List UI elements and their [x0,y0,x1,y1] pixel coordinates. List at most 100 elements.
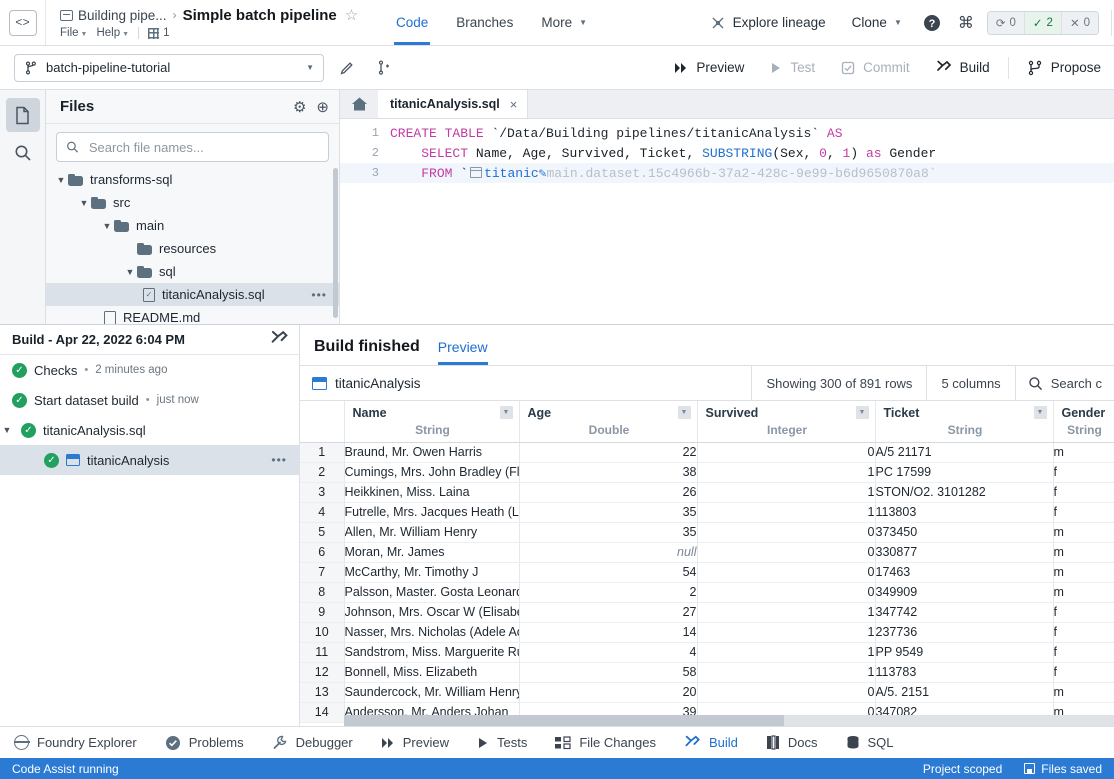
build-step-checks[interactable]: ✓ Checks • 2 minutes ago [0,355,299,385]
cell-ticket[interactable]: STON/O2. 3101282 [875,482,1054,503]
cell-age[interactable]: 4 [519,642,698,663]
cell-gender[interactable]: f [1053,662,1114,683]
cell-age[interactable]: 35 [519,502,698,523]
search-input[interactable] [86,138,319,156]
cell-ticket[interactable]: 347742 [875,602,1054,623]
build-button[interactable]: Build [923,46,1003,90]
cell-ticket[interactable]: PC 17599 [875,462,1054,483]
cell-ticket[interactable]: 113783 [875,662,1054,683]
cell-ticket[interactable]: A/5 21171 [875,442,1054,463]
search-rail-icon[interactable] [6,136,40,170]
tree-item-src[interactable]: ▼ src [46,191,339,214]
cell-survived[interactable]: 0 [697,682,876,703]
cell-survived[interactable]: 1 [697,642,876,663]
tree-item-titanicanalysis-sql[interactable]: titanicAnalysis.sql ••• [46,283,339,306]
chevron-down-icon[interactable]: ▼ [77,198,91,208]
propose-button[interactable]: Propose [1014,46,1114,90]
cell-survived[interactable]: 0 [697,442,876,463]
cell-survived[interactable]: 1 [697,602,876,623]
cell-age[interactable]: 38 [519,462,698,483]
tree-item-sql[interactable]: ▼ sql [46,260,339,283]
table-row[interactable]: 11 Sandstrom, Miss. Marguerite Rut 4 1 PP 95… [300,642,1114,663]
table-row[interactable]: 7 McCarthy, Mr. Timothy J 54 0 17463 m [300,562,1114,583]
cell-age[interactable]: null [519,542,698,563]
cell-ticket[interactable]: 17463 [875,562,1054,583]
editor-tab-titanicanalysis-sql[interactable]: titanicAnalysis.sql × [378,90,529,118]
cell-survived[interactable]: 0 [697,542,876,563]
filter-icon[interactable]: ▼ [1033,406,1047,419]
cell-survived[interactable]: 0 [697,582,876,603]
statusbar-foundry-explorer[interactable]: Foundry Explorer [0,735,151,750]
chevron-down-icon[interactable]: ▼ [100,221,114,231]
tree-item-resources[interactable]: resources [46,237,339,260]
column-header-gender[interactable]: Gender String [1053,401,1114,443]
filter-icon[interactable]: ▼ [855,406,869,419]
table-row[interactable]: 10 Nasser, Mrs. Nicholas (Adele Ach 14 1 237… [300,622,1114,643]
search-file-names-box[interactable] [56,132,329,162]
cell-name[interactable]: Allen, Mr. William Henry [344,522,520,543]
table-row[interactable]: 8 Palsson, Master. Gosta Leonard 2 0 349909 m [300,582,1114,603]
filter-icon[interactable]: ▼ [499,406,513,419]
pencil-icon[interactable]: ✎ [539,166,547,181]
tree-item-readme-md[interactable]: README.md [46,306,339,324]
statusbar-problems[interactable]: Problems [151,735,258,751]
favorite-star-icon[interactable]: ☆ [345,6,358,24]
column-header-ticket[interactable]: Ticket ▼ String [875,401,1054,443]
cell-survived[interactable]: 1 [697,502,876,523]
cell-name[interactable]: Moran, Mr. James [344,542,520,563]
cell-gender[interactable]: f [1053,502,1114,523]
gear-icon[interactable]: ⚙ [293,98,306,116]
chevron-down-icon[interactable]: ▼ [0,425,14,435]
cell-survived[interactable]: 0 [697,522,876,543]
cell-ticket[interactable]: 113803 [875,502,1054,523]
cell-name[interactable]: McCarthy, Mr. Timothy J [344,562,520,583]
cell-age[interactable]: 27 [519,602,698,623]
checks-failed-pill[interactable]: ✕ 0 [1061,11,1098,34]
statusbar-debugger[interactable]: Debugger [258,735,367,751]
tab-branches[interactable]: Branches [442,0,527,45]
table-row[interactable]: 2 Cumings, Mrs. John Bradley (Flo 38 1 PC 17… [300,462,1114,483]
scrollbar-thumb[interactable] [344,715,784,726]
cell-age[interactable]: 35 [519,522,698,543]
statusbar-preview[interactable]: Preview [367,735,463,750]
branch-count[interactable]: 1 [148,27,169,39]
cell-ticket[interactable]: 330877 [875,542,1054,563]
menu-help[interactable]: Help ▼ [96,27,129,39]
build-step-start-dataset-build[interactable]: ✓ Start dataset build • just now [0,385,299,415]
cell-name[interactable]: Johnson, Mrs. Oscar W (Elisabet [344,602,520,623]
table-row[interactable]: 6 Moran, Mr. James null 0 330877 m [300,542,1114,563]
cell-survived[interactable]: 1 [697,662,876,683]
cell-survived[interactable]: 1 [697,622,876,643]
build-step-titanicanalysis-dataset[interactable]: ✓ titanicAnalysis ••• [0,445,299,475]
cell-gender[interactable]: m [1053,442,1114,463]
cell-survived[interactable]: 1 [697,462,876,483]
table-row[interactable]: 9 Johnson, Mrs. Oscar W (Elisabet 27 1 34774… [300,602,1114,623]
statusbar-build[interactable]: Build [670,734,752,751]
chevron-down-icon[interactable]: ▼ [54,175,68,185]
cell-name[interactable]: Nasser, Mrs. Nicholas (Adele Ach [344,622,520,643]
tab-preview[interactable]: Preview [437,339,488,365]
code-workspace-badge[interactable]: <> [0,0,46,45]
preview-button[interactable]: Preview [661,46,757,90]
cell-gender[interactable]: f [1053,602,1114,623]
column-header-name[interactable]: Name ▼ String [344,401,520,443]
grid-horizontal-scrollbar[interactable] [344,715,1114,726]
build-step-titanicanalysis-sql[interactable]: ▼ ✓ titanicAnalysis.sql [0,415,299,445]
cell-gender[interactable]: f [1053,462,1114,483]
cell-age[interactable]: 14 [519,622,698,643]
cell-name[interactable]: Heikkinen, Miss. Laina [344,482,520,503]
help-button[interactable]: ? [915,0,949,46]
statusbar-file-changes[interactable]: File Changes [541,735,670,750]
build-step-menu-icon[interactable]: ••• [271,453,299,467]
table-row[interactable]: 13 Saundercock, Mr. William Henry 20 0 A/5. … [300,682,1114,703]
chevron-down-icon[interactable]: ▼ [123,267,137,277]
table-row[interactable]: 3 Heikkinen, Miss. Laina 26 1 STON/O2. 31012… [300,482,1114,503]
branch-selector[interactable]: batch-pipeline-tutorial ▼ [14,53,324,82]
cell-name[interactable]: Bonnell, Miss. Elizabeth [344,662,520,683]
add-icon[interactable]: ⊕ [316,98,329,116]
explore-lineage-button[interactable]: Explore lineage [697,0,839,46]
filter-icon[interactable]: ▼ [677,406,691,419]
cell-age[interactable]: 26 [519,482,698,503]
cell-age[interactable]: 20 [519,682,698,703]
menu-file[interactable]: File ▼ [60,27,87,39]
